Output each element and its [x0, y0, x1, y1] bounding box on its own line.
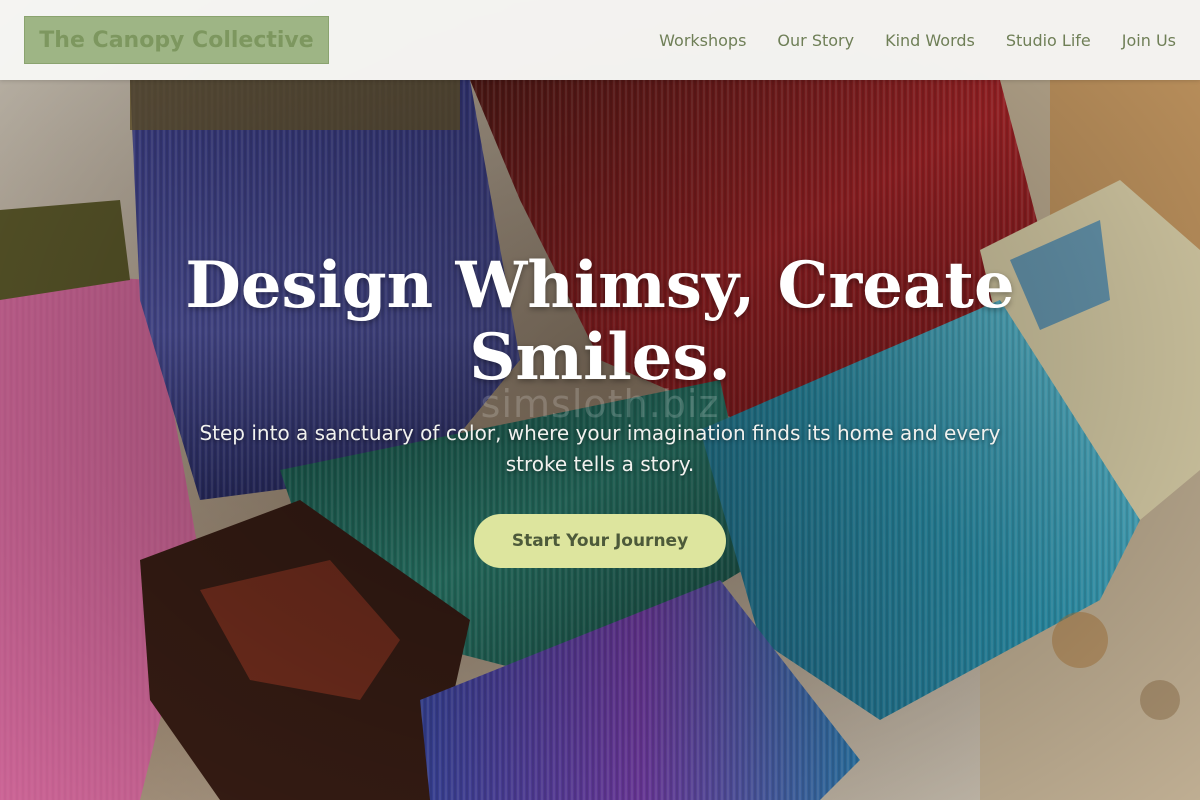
hero-subtitle: Step into a sanctuary of color, where yo…	[199, 421, 1001, 476]
nav-link-join-us[interactable]: Join Us	[1122, 31, 1176, 50]
hero-title: Design Whimsy, Create Smiles.	[185, 248, 1015, 395]
hero-section: Design Whimsy, Create Smiles. Step into …	[0, 250, 1200, 568]
nav-link-kind-words[interactable]: Kind Words	[885, 31, 975, 50]
main-nav: Workshops Our Story Kind Words Studio Li…	[628, 0, 1176, 80]
site-header: The Canopy Collective Workshops Our Stor…	[0, 0, 1200, 80]
logo-text: The Canopy Collective	[39, 27, 314, 53]
nav-link-workshops[interactable]: Workshops	[659, 31, 746, 50]
site-logo[interactable]: The Canopy Collective	[24, 16, 329, 64]
nav-link-studio-life[interactable]: Studio Life	[1006, 31, 1091, 50]
page: simsloth.biz The Canopy Collective Works…	[0, 0, 1200, 800]
nav-link-our-story[interactable]: Our Story	[777, 31, 854, 50]
start-journey-button[interactable]: Start Your Journey	[474, 514, 726, 568]
